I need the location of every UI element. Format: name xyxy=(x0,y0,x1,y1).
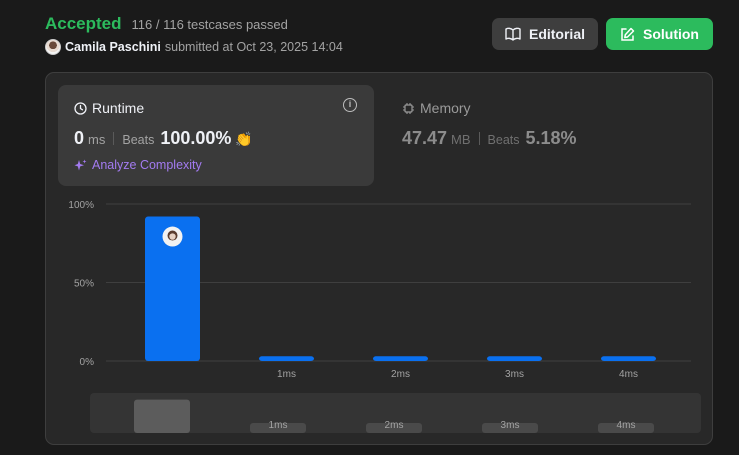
runtime-beats-value: 100.00% xyxy=(160,128,232,148)
clap-icon: 👏 xyxy=(235,131,253,147)
y-tick-label: 100% xyxy=(68,200,94,211)
x-tick-label: 1ms xyxy=(277,369,296,380)
memory-title-label: Memory xyxy=(420,100,471,116)
overview-bar xyxy=(134,399,190,433)
runtime-value: 0 xyxy=(74,128,85,148)
clock-icon xyxy=(74,101,87,115)
memory-value: 47.47 xyxy=(402,128,448,148)
memory-beats-value: 5.18% xyxy=(525,128,577,148)
submitter-line: Camila Paschini submitted at Oct 23, 202… xyxy=(45,39,343,55)
bar xyxy=(487,356,542,361)
avatar-face xyxy=(169,233,176,240)
x-tick-label: 4ms xyxy=(619,369,638,380)
divider xyxy=(113,132,115,145)
x-tick-label: 2ms xyxy=(391,369,410,380)
bar xyxy=(601,356,656,361)
y-tick-label: 0% xyxy=(80,357,95,368)
username-link[interactable]: Camila Paschini xyxy=(65,40,161,54)
book-open-icon xyxy=(505,27,521,41)
submitted-time: submitted at Oct 23, 2025 14:04 xyxy=(164,40,343,54)
solution-button[interactable]: Solution xyxy=(606,18,713,50)
bar xyxy=(373,356,428,361)
y-tick-label: 50% xyxy=(74,279,94,290)
x-tick-label: 3ms xyxy=(505,369,524,380)
runtime-card[interactable]: Runtime i 0 ms Beats 100.00% 👏 Analyze C… xyxy=(58,85,374,186)
overview-tick-label: 4ms xyxy=(617,420,636,431)
info-icon[interactable]: i xyxy=(343,98,357,112)
solution-label: Solution xyxy=(643,26,699,42)
runtime-metric: 0 ms Beats 100.00% 👏 xyxy=(74,128,253,149)
memory-unit: MB xyxy=(451,132,471,147)
runtime-title-label: Runtime xyxy=(92,100,145,116)
bar xyxy=(259,356,314,361)
avatar[interactable] xyxy=(45,39,61,55)
sparkle-icon xyxy=(74,159,87,170)
overview-tick-label: 3ms xyxy=(501,420,520,431)
overview-tick-label: 2ms xyxy=(385,420,404,431)
editorial-label: Editorial xyxy=(528,26,585,42)
memory-card[interactable]: Memory 47.47 MB Beats 5.18% xyxy=(386,85,702,186)
editorial-button[interactable]: Editorial xyxy=(492,18,598,50)
divider xyxy=(478,132,480,145)
runtime-unit: ms xyxy=(88,132,106,147)
analyze-label: Analyze Complexity xyxy=(92,158,202,172)
runtime-beats-label: Beats xyxy=(122,133,155,147)
memory-title: Memory xyxy=(402,100,471,116)
runtime-title: Runtime xyxy=(74,100,144,116)
accepted-label: Accepted xyxy=(45,14,122,33)
analyze-complexity-link[interactable]: Analyze Complexity xyxy=(74,158,202,172)
submission-status: Accepted 116 / 116 testcases passed xyxy=(45,14,288,34)
edit-icon xyxy=(621,27,635,41)
chip-icon xyxy=(403,102,414,114)
memory-beats-label: Beats xyxy=(487,133,520,147)
testcases-count: 116 / 116 testcases passed xyxy=(131,17,288,32)
chart-overview-scrollbar[interactable]: 1ms 2ms 3ms 4ms xyxy=(90,393,701,433)
stats-panel: Runtime i 0 ms Beats 100.00% 👏 Analyze C… xyxy=(45,72,713,445)
memory-metric: 47.47 MB Beats 5.18% xyxy=(402,128,577,149)
overview-tick-label: 1ms xyxy=(269,420,288,431)
runtime-distribution-chart[interactable]: 100% 50% 0% 1ms 2ms 3ms 4ms xyxy=(46,193,714,383)
